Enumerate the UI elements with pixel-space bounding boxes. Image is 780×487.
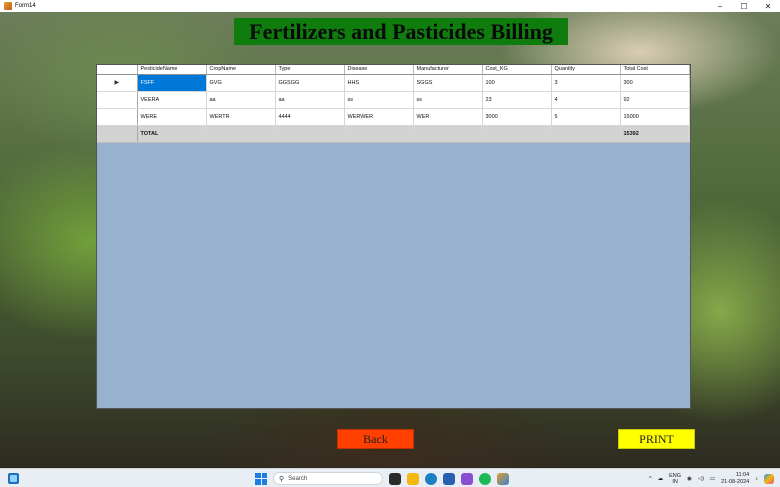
table-cell[interactable]: FSFF xyxy=(137,74,207,92)
column-header[interactable]: Total Cost xyxy=(620,65,690,75)
page-title: Fertilizers and Pasticides Billing xyxy=(234,18,568,45)
table-cell[interactable]: WER xyxy=(413,108,483,126)
taskbar-center: ⚲ Search xyxy=(255,471,509,486)
column-header[interactable]: Cost_KG xyxy=(482,65,552,75)
total-value[interactable]: 15392 xyxy=(620,125,690,143)
print-button[interactable]: PRINT xyxy=(618,429,695,449)
onedrive-icon[interactable]: ☁ xyxy=(658,476,664,482)
table-cell[interactable] xyxy=(344,125,414,143)
table-cell[interactable]: 15000 xyxy=(620,108,690,126)
current-row-arrow-icon: ▶ xyxy=(114,80,120,86)
column-header[interactable]: CropName xyxy=(206,65,276,75)
start-icon[interactable] xyxy=(255,472,267,485)
table-cell[interactable]: 4 xyxy=(551,91,621,109)
table-cell[interactable]: WERWER xyxy=(344,108,414,126)
total-row: TOTAL 15392 xyxy=(97,125,690,143)
row-header-corner xyxy=(97,65,138,75)
table-cell[interactable] xyxy=(413,125,483,143)
column-header[interactable]: Quantity xyxy=(551,65,621,75)
table-row: WERE WERTR 4444 WERWER WER 3000 5 15000 xyxy=(97,108,690,126)
visual-studio-icon[interactable] xyxy=(461,472,473,485)
table-cell[interactable]: WERTR xyxy=(206,108,276,126)
maximize-button[interactable]: ☐ xyxy=(732,0,756,12)
edge-icon[interactable] xyxy=(425,472,437,485)
taskbar-search[interactable]: ⚲ Search xyxy=(273,472,383,485)
battery-icon[interactable]: ▭ xyxy=(710,476,715,482)
table-cell[interactable]: SGGS xyxy=(413,74,483,92)
spotify-icon[interactable] xyxy=(479,472,491,485)
notification-bell-icon[interactable]: ♪ xyxy=(755,476,758,482)
app-icon xyxy=(4,2,12,10)
system-tray: ^ ☁ ENG IN ◉ ◁) ▭ 11:04 21-08-2024 ♪ xyxy=(649,470,774,487)
table-cell[interactable]: GVG xyxy=(206,74,276,92)
column-header[interactable]: PesticideName xyxy=(137,65,207,75)
form-background: Fertilizers and Pasticides Billing Pesti… xyxy=(0,12,780,468)
table-cell[interactable]: 3 xyxy=(551,74,621,92)
row-header[interactable] xyxy=(97,125,138,143)
table-cell[interactable]: 4444 xyxy=(275,108,345,126)
column-header[interactable]: Manufacturer xyxy=(413,65,483,75)
volume-icon[interactable]: ◁) xyxy=(698,476,704,482)
table-cell[interactable]: 92 xyxy=(620,91,690,109)
table-cell[interactable] xyxy=(206,125,276,143)
table-cell[interactable]: ss xyxy=(344,91,414,109)
minimize-button[interactable]: – xyxy=(708,0,732,12)
column-header[interactable]: Type xyxy=(275,65,345,75)
back-button[interactable]: Back xyxy=(337,429,414,449)
window-title: Form14 xyxy=(15,3,36,9)
table-cell[interactable] xyxy=(551,125,621,143)
search-icon: ⚲ xyxy=(279,475,285,483)
copilot-icon[interactable] xyxy=(764,473,774,484)
date: 21-08-2024 xyxy=(721,478,750,485)
column-header[interactable]: Disease xyxy=(344,65,414,75)
table-row: ▶ FSFF GVG GGSGG HHS SGGS 100 3 300 xyxy=(97,74,690,92)
store-icon[interactable] xyxy=(443,472,455,485)
table-cell[interactable]: 23 xyxy=(482,91,552,109)
total-label[interactable]: TOTAL xyxy=(137,125,207,143)
time: 11:04 xyxy=(735,471,750,478)
window-controls: – ☐ ✕ xyxy=(708,0,780,12)
table-cell[interactable]: aa xyxy=(275,91,345,109)
table-cell[interactable]: VEERA xyxy=(137,91,207,109)
chevron-up-icon[interactable]: ^ xyxy=(649,476,652,482)
table-cell[interactable]: GGSGG xyxy=(275,74,345,92)
billing-data-grid[interactable]: PesticideName CropName Type Disease Manu… xyxy=(96,64,691,409)
table-cell[interactable] xyxy=(482,125,552,143)
clock[interactable]: 11:04 21-08-2024 xyxy=(721,472,749,486)
row-header[interactable] xyxy=(97,108,138,126)
language-indicator[interactable]: ENG IN xyxy=(669,473,681,485)
taskbar: ⚲ Search ^ ☁ ENG IN ◉ ◁) ▭ 11:04 21-08-2… xyxy=(0,468,780,487)
table-cell[interactable]: WERE xyxy=(137,108,207,126)
table-cell[interactable]: 3000 xyxy=(482,108,552,126)
row-header[interactable] xyxy=(97,91,138,109)
table-cell[interactable]: 100 xyxy=(482,74,552,92)
window-title-bar: Form14 – ☐ ✕ xyxy=(0,0,780,12)
table-cell[interactable] xyxy=(275,125,345,143)
table-cell[interactable]: aa xyxy=(206,91,276,109)
form-app-icon[interactable] xyxy=(497,472,509,485)
table-cell[interactable]: 5 xyxy=(551,108,621,126)
table-cell[interactable]: ss xyxy=(413,91,483,109)
search-placeholder: Search xyxy=(288,475,308,482)
table-cell[interactable]: HHS xyxy=(344,74,414,92)
row-header[interactable]: ▶ xyxy=(97,74,138,92)
table-row: VEERA aa aa ss ss 23 4 92 xyxy=(97,91,690,109)
file-explorer-icon[interactable] xyxy=(407,472,419,485)
table-cell[interactable]: 300 xyxy=(620,74,690,92)
task-view-icon[interactable] xyxy=(389,472,401,485)
widgets-icon[interactable] xyxy=(8,473,19,484)
billing-table: PesticideName CropName Type Disease Manu… xyxy=(97,65,690,143)
close-button[interactable]: ✕ xyxy=(756,0,780,12)
network-icon[interactable]: ◉ xyxy=(687,476,692,482)
table-header-row: PesticideName CropName Type Disease Manu… xyxy=(97,65,690,75)
